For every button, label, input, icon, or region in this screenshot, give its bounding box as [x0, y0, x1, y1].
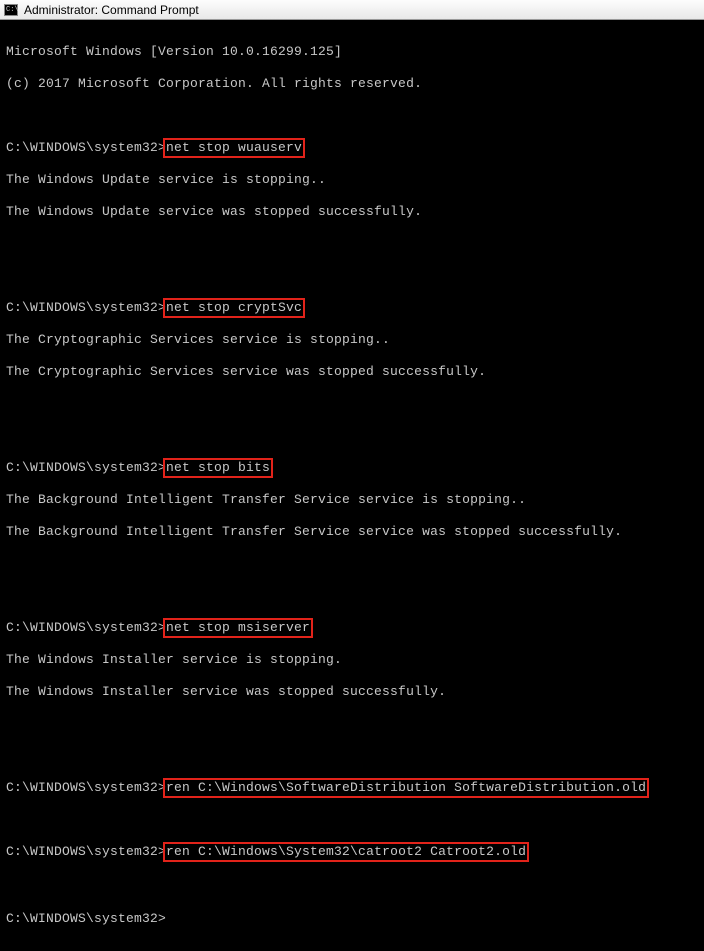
command-line: C:\WINDOWS\system32>net stop wuauserv: [6, 140, 698, 156]
blank-line: [6, 236, 698, 252]
highlighted-command: net stop bits: [166, 460, 270, 476]
prompt: C:\WINDOWS\system32>: [6, 460, 166, 475]
output-line: The Windows Installer service is stoppin…: [6, 652, 698, 668]
command-line: C:\WINDOWS\system32>net stop msiserver: [6, 620, 698, 636]
blank-line: [6, 556, 698, 572]
blank-line: [6, 876, 698, 892]
output-line: The Windows Installer service was stoppe…: [6, 684, 698, 700]
prompt: C:\WINDOWS\system32>: [6, 780, 166, 795]
command-line: C:\WINDOWS\system32>: [6, 908, 698, 927]
cursor[interactable]: [166, 908, 174, 922]
output-line: The Windows Update service was stopped s…: [6, 204, 698, 220]
blank-line: [6, 748, 698, 764]
blank-line: [6, 108, 698, 124]
blank-line: [6, 716, 698, 732]
highlighted-command: ren C:\Windows\SoftwareDistribution Soft…: [166, 780, 646, 796]
output-line: The Cryptographic Services service was s…: [6, 364, 698, 380]
prompt: C:\WINDOWS\system32>: [6, 300, 166, 315]
blank-line: [6, 268, 698, 284]
prompt: C:\WINDOWS\system32>: [6, 140, 166, 155]
highlighted-command: ren C:\Windows\System32\catroot2 Catroot…: [166, 844, 526, 860]
output-line: The Windows Update service is stopping..: [6, 172, 698, 188]
window-title: Administrator: Command Prompt: [24, 3, 199, 17]
header-line: Microsoft Windows [Version 10.0.16299.12…: [6, 44, 698, 60]
prompt: C:\WINDOWS\system32>: [6, 620, 166, 635]
command-line: C:\WINDOWS\system32>net stop cryptSvc: [6, 300, 698, 316]
output-line: The Background Intelligent Transfer Serv…: [6, 492, 698, 508]
output-line: The Background Intelligent Transfer Serv…: [6, 524, 698, 540]
title-bar: C:\ Administrator: Command Prompt: [0, 0, 704, 20]
output-line: The Cryptographic Services service is st…: [6, 332, 698, 348]
command-line: C:\WINDOWS\system32>net stop bits: [6, 460, 698, 476]
blank-line: [6, 428, 698, 444]
highlighted-command: net stop wuauserv: [166, 140, 302, 156]
blank-line: [6, 396, 698, 412]
command-line: C:\WINDOWS\system32>ren C:\Windows\Syste…: [6, 844, 698, 860]
blank-line: [6, 588, 698, 604]
blank-line: [6, 812, 698, 828]
highlighted-command: net stop cryptSvc: [166, 300, 302, 316]
header-line: (c) 2017 Microsoft Corporation. All righ…: [6, 76, 698, 92]
terminal-output[interactable]: Microsoft Windows [Version 10.0.16299.12…: [0, 20, 704, 951]
command-line: C:\WINDOWS\system32>ren C:\Windows\Softw…: [6, 780, 698, 796]
cmd-icon: C:\: [4, 4, 18, 16]
prompt: C:\WINDOWS\system32>: [6, 844, 166, 859]
highlighted-command: net stop msiserver: [166, 620, 310, 636]
prompt: C:\WINDOWS\system32>: [6, 911, 166, 926]
